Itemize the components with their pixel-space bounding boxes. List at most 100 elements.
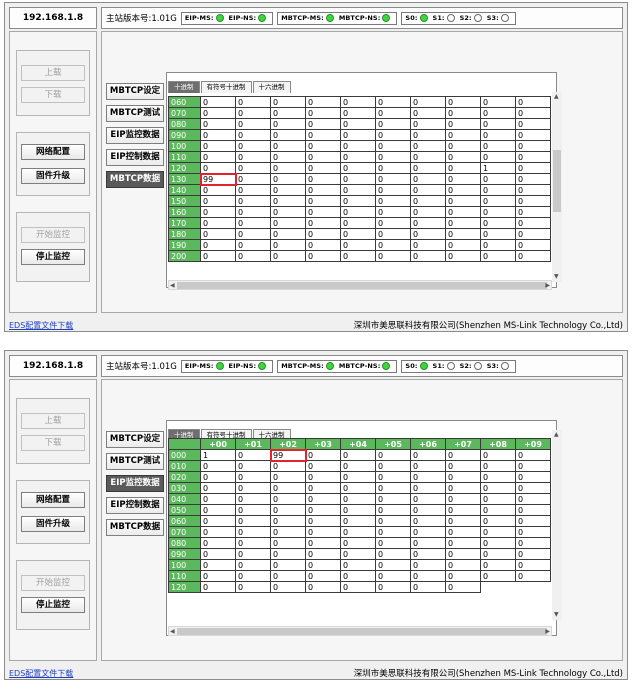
register-cell[interactable]: 0 [235, 515, 271, 527]
register-cell[interactable]: 0 [305, 96, 341, 108]
register-cell[interactable]: 0 [270, 581, 306, 593]
register-cell[interactable]: 0 [340, 250, 376, 262]
register-cell[interactable]: 0 [200, 482, 236, 494]
register-cell[interactable]: 0 [200, 162, 236, 174]
tab-mbtcp-test[interactable]: MBTCP测试 [106, 105, 164, 122]
vertical-scrollbar[interactable]: ▲ ▼ [552, 92, 562, 282]
register-cell[interactable]: 0 [515, 118, 551, 130]
register-cell[interactable]: 0 [410, 107, 446, 119]
register-cell[interactable]: 0 [410, 559, 446, 571]
register-cell[interactable]: 0 [340, 449, 376, 461]
register-cell[interactable]: 0 [270, 559, 306, 571]
register-cell[interactable]: 0 [270, 250, 306, 262]
register-cell[interactable]: 0 [480, 250, 516, 262]
upload-button[interactable]: 上载 [21, 65, 85, 81]
register-cell[interactable]: 0 [480, 195, 516, 207]
scroll-down-icon[interactable]: ▼ [554, 274, 559, 280]
register-cell[interactable]: 0 [515, 206, 551, 218]
register-cell[interactable]: 99 [269, 448, 307, 462]
register-cell[interactable]: 0 [340, 217, 376, 229]
register-cell[interactable]: 0 [270, 548, 306, 560]
register-cell[interactable]: 0 [305, 570, 341, 582]
register-cell[interactable]: 0 [305, 206, 341, 218]
register-cell[interactable]: 0 [445, 250, 481, 262]
register-cell[interactable]: 0 [445, 460, 481, 472]
register-cell[interactable]: 0 [480, 570, 516, 582]
register-cell[interactable]: 0 [375, 581, 411, 593]
register-cell[interactable]: 0 [270, 239, 306, 251]
scroll-right-icon[interactable]: ▶ [545, 629, 550, 635]
register-cell[interactable]: 0 [410, 151, 446, 163]
format-tab-hex[interactable]: 十六进制 [252, 81, 291, 93]
eds-download-link[interactable]: EDS配置文件下载 [9, 668, 73, 679]
register-cell[interactable]: 0 [305, 460, 341, 472]
register-cell[interactable]: 0 [270, 151, 306, 163]
register-cell[interactable]: 0 [200, 184, 236, 196]
register-cell[interactable]: 0 [480, 482, 516, 494]
register-cell[interactable]: 0 [515, 559, 551, 571]
register-cell[interactable]: 0 [340, 173, 376, 185]
register-cell[interactable]: 0 [305, 493, 341, 505]
tab-mbtcp-settings[interactable]: MBTCP设定 [106, 431, 164, 448]
register-cell[interactable]: 0 [375, 228, 411, 240]
register-cell[interactable]: 0 [200, 107, 236, 119]
register-cell[interactable]: 0 [515, 162, 551, 174]
register-cell[interactable]: 0 [270, 96, 306, 108]
download-button[interactable]: 下载 [21, 87, 85, 103]
register-cell[interactable]: 0 [375, 515, 411, 527]
register-cell[interactable]: 0 [270, 537, 306, 549]
register-cell[interactable]: 0 [305, 140, 341, 152]
register-cell[interactable]: 99 [199, 172, 237, 186]
register-cell[interactable]: 0 [305, 217, 341, 229]
register-cell[interactable]: 0 [445, 217, 481, 229]
register-cell[interactable]: 0 [410, 140, 446, 152]
register-cell[interactable]: 0 [375, 250, 411, 262]
register-cell[interactable]: 0 [375, 195, 411, 207]
network-config-button[interactable]: 网络配置 [21, 144, 85, 160]
register-cell[interactable]: 0 [235, 504, 271, 516]
register-cell[interactable]: 0 [515, 460, 551, 472]
register-cell[interactable]: 0 [445, 471, 481, 483]
register-cell[interactable]: 0 [375, 548, 411, 560]
register-cell[interactable]: 0 [445, 162, 481, 174]
scroll-up-icon[interactable]: ▲ [554, 432, 559, 438]
register-cell[interactable]: 0 [410, 250, 446, 262]
download-button[interactable]: 下载 [21, 435, 85, 451]
register-cell[interactable]: 0 [270, 515, 306, 527]
register-cell[interactable]: 0 [235, 460, 271, 472]
register-cell[interactable]: 0 [445, 482, 481, 494]
register-cell[interactable]: 0 [200, 515, 236, 527]
register-cell[interactable]: 0 [445, 504, 481, 516]
register-cell[interactable]: 0 [340, 206, 376, 218]
register-cell[interactable]: 0 [410, 118, 446, 130]
register-cell[interactable]: 0 [515, 526, 551, 538]
register-cell[interactable]: 0 [375, 217, 411, 229]
register-cell[interactable]: 0 [480, 206, 516, 218]
register-cell[interactable]: 0 [445, 526, 481, 538]
register-cell[interactable]: 0 [515, 570, 551, 582]
register-cell[interactable]: 0 [445, 151, 481, 163]
tab-mbtcp-test[interactable]: MBTCP测试 [106, 453, 164, 470]
register-cell[interactable]: 0 [375, 471, 411, 483]
register-cell[interactable]: 0 [270, 482, 306, 494]
register-cell[interactable]: 0 [340, 526, 376, 538]
register-cell[interactable]: 0 [270, 184, 306, 196]
scroll-left-icon[interactable]: ◀ [170, 283, 175, 289]
register-cell[interactable]: 0 [340, 471, 376, 483]
register-cell[interactable]: 0 [235, 173, 271, 185]
register-cell[interactable]: 0 [410, 581, 446, 593]
register-cell[interactable]: 0 [515, 107, 551, 119]
register-cell[interactable]: 0 [375, 162, 411, 174]
register-cell[interactable]: 1 [200, 449, 236, 461]
register-cell[interactable]: 0 [445, 239, 481, 251]
tab-eip-control-data[interactable]: EIP控制数据 [106, 149, 164, 166]
register-cell[interactable]: 0 [515, 493, 551, 505]
register-cell[interactable]: 0 [235, 151, 271, 163]
register-cell[interactable]: 0 [270, 526, 306, 538]
register-cell[interactable]: 0 [515, 129, 551, 141]
register-cell[interactable]: 0 [375, 129, 411, 141]
register-cell[interactable]: 0 [410, 504, 446, 516]
register-cell[interactable]: 0 [480, 184, 516, 196]
register-cell[interactable]: 0 [445, 206, 481, 218]
register-cell[interactable]: 0 [235, 493, 271, 505]
